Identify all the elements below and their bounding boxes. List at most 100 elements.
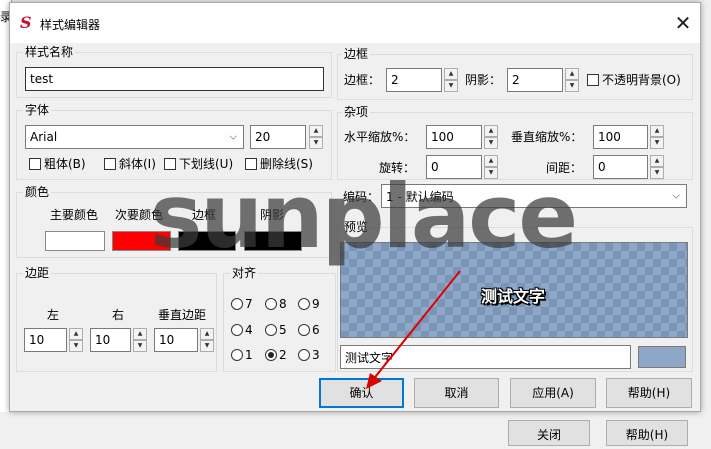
rotate-spinner[interactable]: ▲ ▼ [484, 155, 498, 179]
margin-vertical-spinner[interactable]: ▲ ▼ [200, 328, 214, 352]
spin-up-icon[interactable]: ▲ [484, 155, 498, 167]
spin-up-icon[interactable]: ▲ [650, 125, 664, 137]
shadow-color-swatch[interactable] [244, 231, 302, 251]
spin-up-icon[interactable]: ▲ [133, 328, 147, 340]
background-footer: 关闭 帮助(H) [0, 412, 711, 446]
spin-down-icon[interactable]: ▼ [444, 80, 458, 92]
margin-vertical-label: 垂直边距 [158, 308, 207, 322]
spin-up-icon[interactable]: ▲ [650, 155, 664, 167]
spin-down-icon[interactable]: ▼ [133, 340, 147, 352]
align-1-radio[interactable] [231, 349, 243, 361]
scale-x-spinner[interactable]: ▲ ▼ [484, 125, 498, 149]
shadow-width-label: 阴影： [465, 73, 502, 87]
border-width-spinner[interactable]: ▲ ▼ [444, 68, 458, 92]
spin-up-icon[interactable]: ▲ [484, 125, 498, 137]
align-5-radio[interactable] [265, 324, 277, 336]
margin-left-spinner[interactable]: ▲ ▼ [69, 328, 83, 352]
strikethrough-checkbox[interactable] [245, 158, 257, 170]
align-6-radio[interactable] [298, 324, 310, 336]
align-4-radio[interactable] [231, 324, 243, 336]
app-logo-icon: S [20, 13, 32, 32]
border-color-label: 边框 [192, 208, 217, 222]
encoding-value: 1 - 默认编码 [386, 189, 454, 204]
align-6-label: 6 [312, 323, 320, 337]
bold-checkbox[interactable] [29, 158, 41, 170]
preview-label: 预览 [342, 220, 371, 234]
color-label: 颜色 [23, 185, 52, 199]
preview-sample-text: 测试文字 [481, 287, 546, 306]
align-8-radio[interactable] [265, 298, 277, 310]
align-9-radio[interactable] [298, 298, 310, 310]
italic-label: 斜体(I) [119, 157, 156, 171]
align-7-label: 7 [245, 297, 253, 311]
align-4-label: 4 [245, 323, 253, 337]
spin-down-icon[interactable]: ▼ [484, 167, 498, 179]
underline-checkbox[interactable] [164, 158, 176, 170]
background-close-button[interactable]: 关闭 [508, 420, 590, 446]
dialog-title: 样式编辑器 [40, 18, 101, 32]
scale-y-input[interactable]: 100 [593, 125, 648, 149]
opaque-background-label: 不透明背景(O) [602, 73, 681, 87]
spin-down-icon[interactable]: ▼ [650, 137, 664, 149]
border-width-input[interactable]: 2 [386, 68, 442, 92]
strikethrough-label: 删除线(S) [260, 157, 313, 171]
misc-label: 杂项 [342, 105, 371, 119]
color-group: 颜色 主要颜色 次要颜色 边框 阴影 [16, 185, 332, 258]
shadow-width-input[interactable]: 2 [507, 68, 563, 92]
spin-up-icon[interactable]: ▲ [309, 125, 323, 137]
spin-down-icon[interactable]: ▼ [650, 167, 664, 179]
scale-x-input[interactable]: 100 [426, 125, 482, 149]
spacing-spinner[interactable]: ▲ ▼ [650, 155, 664, 179]
align-7-radio[interactable] [231, 298, 243, 310]
font-size-input[interactable]: 20 [250, 125, 306, 149]
margin-right-spinner[interactable]: ▲ ▼ [133, 328, 147, 352]
margin-left-input[interactable]: 10 [24, 328, 67, 352]
opaque-background-checkbox[interactable] [587, 74, 599, 86]
align-3-radio[interactable] [298, 349, 310, 361]
spin-up-icon[interactable]: ▲ [444, 68, 458, 80]
help-button[interactable]: 帮助(H) [606, 378, 692, 408]
border-color-swatch[interactable] [178, 231, 236, 251]
encoding-select[interactable]: 1 - 默认编码 ⌵ [381, 184, 687, 208]
close-icon[interactable]: ✕ [670, 10, 696, 36]
margin-right-label: 右 [112, 308, 125, 322]
apply-button[interactable]: 应用(A) [510, 378, 596, 408]
shadow-width-spinner[interactable]: ▲ ▼ [565, 68, 579, 92]
margin-label: 边距 [23, 266, 52, 280]
title-bar: S 样式编辑器 ✕ [10, 3, 700, 43]
margin-right-input[interactable]: 10 [90, 328, 131, 352]
spin-up-icon[interactable]: ▲ [200, 328, 214, 340]
style-editor-dialog: S 样式编辑器 ✕ 样式名称 test 字体 Arial ⌵ 20 ▲ ▼ 粗体(… [9, 2, 701, 412]
spin-down-icon[interactable]: ▼ [565, 80, 579, 92]
spacing-label: 间距： [546, 161, 583, 175]
secondary-color-swatch[interactable] [112, 231, 171, 251]
spin-down-icon[interactable]: ▼ [200, 340, 214, 352]
font-label: 字体 [23, 103, 52, 117]
encoding-label: 编码： [343, 190, 380, 204]
spin-down-icon[interactable]: ▼ [309, 137, 323, 149]
chevron-down-icon: ⌵ [672, 190, 680, 202]
preview-bg-color-swatch[interactable] [638, 346, 686, 368]
margin-vertical-input[interactable]: 10 [154, 328, 198, 352]
italic-checkbox[interactable] [104, 158, 116, 170]
spin-down-icon[interactable]: ▼ [69, 340, 83, 352]
background-help-button[interactable]: 帮助(H) [606, 420, 688, 446]
primary-color-label: 主要颜色 [50, 208, 99, 222]
align-2-radio[interactable] [265, 349, 277, 361]
rotate-input[interactable]: 0 [426, 155, 482, 179]
font-size-spinner[interactable]: ▲ ▼ [309, 125, 323, 149]
margin-left-label: 左 [47, 308, 60, 322]
align-1-label: 1 [245, 348, 253, 362]
primary-color-swatch[interactable] [45, 231, 105, 251]
scale-y-spinner[interactable]: ▲ ▼ [650, 125, 664, 149]
spin-up-icon[interactable]: ▲ [69, 328, 83, 340]
annotation-arrow-icon [366, 270, 461, 389]
scale-y-label: 垂直缩放%： [511, 130, 583, 144]
border-width-label: 边框： [344, 73, 381, 87]
style-name-input[interactable]: test [25, 67, 324, 91]
spin-down-icon[interactable]: ▼ [484, 137, 498, 149]
margin-group: 边距 左 右 垂直边距 10 ▲ ▼ 10 ▲ ▼ 10 ▲ ▼ [16, 266, 217, 372]
spacing-input[interactable]: 0 [593, 155, 648, 179]
spin-up-icon[interactable]: ▲ [565, 68, 579, 80]
font-family-select[interactable]: Arial ⌵ [25, 125, 244, 149]
